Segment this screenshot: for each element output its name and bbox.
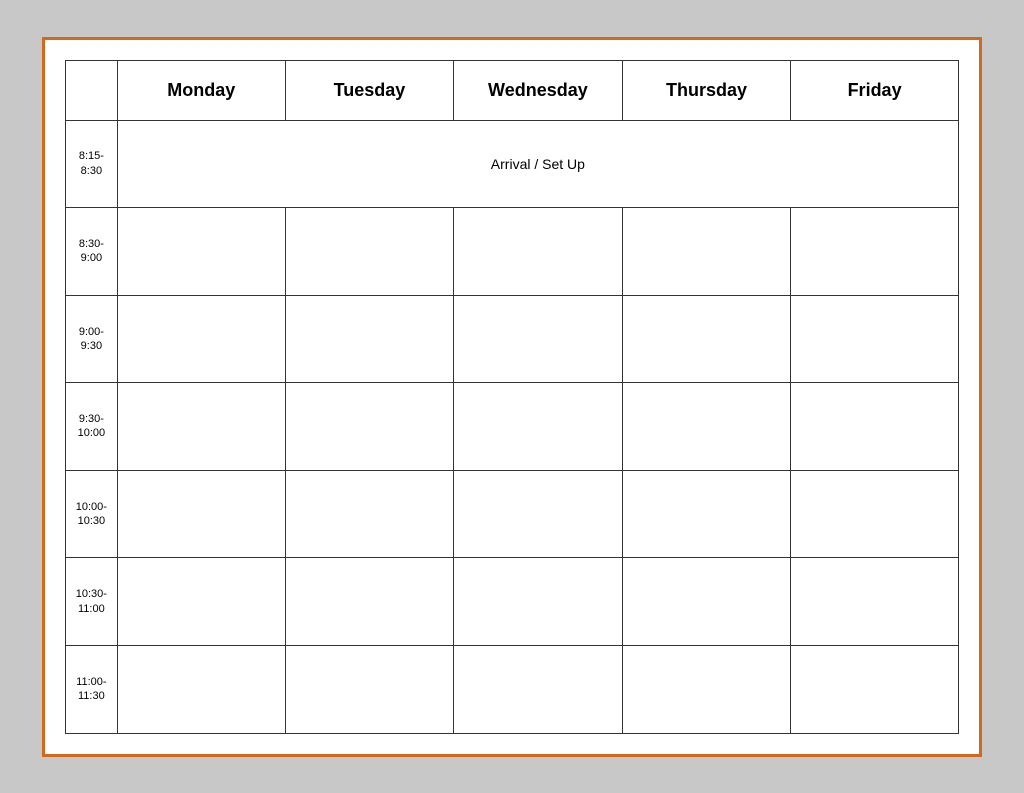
- time-1000-1030: 10:00- 10:30: [66, 470, 118, 558]
- cell-thu-1100[interactable]: [622, 645, 790, 733]
- cell-mon-1000[interactable]: [117, 470, 285, 558]
- cell-mon-900[interactable]: [117, 295, 285, 383]
- row-900-930: 9:00- 9:30: [66, 295, 959, 383]
- cell-mon-830[interactable]: [117, 208, 285, 296]
- time-900-930: 9:00- 9:30: [66, 295, 118, 383]
- time-815-830: 8:15- 8:30: [66, 120, 118, 208]
- time-1100-1130: 11:00- 11:30: [66, 645, 118, 733]
- header-monday: Monday: [117, 60, 285, 120]
- time-930-1000: 9:30- 10:00: [66, 383, 118, 471]
- cell-wed-1030[interactable]: [454, 558, 623, 646]
- cell-fri-830[interactable]: [791, 208, 959, 296]
- cell-thu-1000[interactable]: [622, 470, 790, 558]
- cell-mon-1030[interactable]: [117, 558, 285, 646]
- header-thursday: Thursday: [622, 60, 790, 120]
- cell-thu-930[interactable]: [622, 383, 790, 471]
- cell-tue-1000[interactable]: [285, 470, 453, 558]
- time-830-900: 8:30- 9:00: [66, 208, 118, 296]
- row-1000-1030: 10:00- 10:30: [66, 470, 959, 558]
- cell-tue-1030[interactable]: [285, 558, 453, 646]
- header-tuesday: Tuesday: [285, 60, 453, 120]
- cell-fri-1100[interactable]: [791, 645, 959, 733]
- schedule-table: Monday Tuesday Wednesday Thursday Friday…: [65, 60, 959, 734]
- cell-fri-930[interactable]: [791, 383, 959, 471]
- cell-tue-830[interactable]: [285, 208, 453, 296]
- header-friday: Friday: [791, 60, 959, 120]
- row-1100-1130: 11:00- 11:30: [66, 645, 959, 733]
- header-row: Monday Tuesday Wednesday Thursday Friday: [66, 60, 959, 120]
- cell-wed-1100[interactable]: [454, 645, 623, 733]
- header-empty: [66, 60, 118, 120]
- cell-tue-1100[interactable]: [285, 645, 453, 733]
- row-1030-1100: 10:30- 11:00: [66, 558, 959, 646]
- row-830-900: 8:30- 9:00: [66, 208, 959, 296]
- cell-mon-930[interactable]: [117, 383, 285, 471]
- cell-wed-830[interactable]: [454, 208, 623, 296]
- time-1030-1100: 10:30- 11:00: [66, 558, 118, 646]
- cell-mon-1100[interactable]: [117, 645, 285, 733]
- cell-tue-930[interactable]: [285, 383, 453, 471]
- page-container: Monday Tuesday Wednesday Thursday Friday…: [42, 37, 982, 757]
- cell-fri-1000[interactable]: [791, 470, 959, 558]
- arrival-cell: Arrival / Set Up: [117, 120, 958, 208]
- row-930-1000: 9:30- 10:00: [66, 383, 959, 471]
- header-wednesday: Wednesday: [454, 60, 623, 120]
- cell-thu-900[interactable]: [622, 295, 790, 383]
- cell-wed-930[interactable]: [454, 383, 623, 471]
- cell-fri-1030[interactable]: [791, 558, 959, 646]
- cell-tue-900[interactable]: [285, 295, 453, 383]
- cell-thu-1030[interactable]: [622, 558, 790, 646]
- cell-wed-1000[interactable]: [454, 470, 623, 558]
- cell-fri-900[interactable]: [791, 295, 959, 383]
- arrival-row: 8:15- 8:30 Arrival / Set Up: [66, 120, 959, 208]
- cell-wed-900[interactable]: [454, 295, 623, 383]
- cell-thu-830[interactable]: [622, 208, 790, 296]
